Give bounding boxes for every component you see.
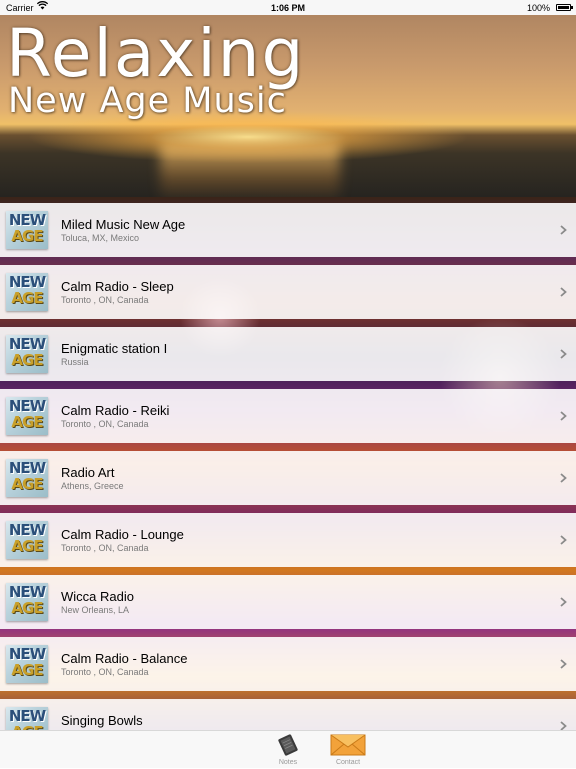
tab-contact-label: Contact <box>335 759 361 766</box>
chevron-right-icon <box>560 597 567 607</box>
chevron-right-icon <box>560 659 567 669</box>
station-thumbnail: NEWAGE <box>6 273 48 311</box>
thumbnail-text-age: AGE <box>11 475 43 493</box>
station-name: Calm Radio - Lounge <box>61 527 184 542</box>
station-row[interactable]: NEW AGE Calm Radio - Lounge Toronto , ON, C… <box>0 513 576 567</box>
thumbnail-text-age: AGE <box>11 351 43 369</box>
tab-notes[interactable]: Notes <box>258 731 318 769</box>
envelope-icon <box>330 734 366 756</box>
station-location: Athens, Greece <box>61 481 124 491</box>
chevron-right-icon <box>560 721 567 730</box>
station-location: Toronto , ON, Canada <box>61 543 149 553</box>
station-thumbnail: NEWAGE <box>6 583 48 621</box>
station-thumbnail: NEWAGE <box>6 459 48 497</box>
station-name: Calm Radio - Balance <box>61 651 188 666</box>
station-list[interactable]: NEW AGE Miled Music New Age Toluca, MX, Mex… <box>0 197 576 730</box>
chevron-right-icon <box>560 225 567 235</box>
battery-percent: 100% <box>526 3 550 13</box>
notes-icon <box>278 734 298 756</box>
chevron-right-icon <box>560 473 567 483</box>
thumbnail-text-age: AGE <box>11 599 43 617</box>
station-location: Toronto , ON, Canada <box>61 667 149 677</box>
sunset-image <box>160 143 340 197</box>
station-row[interactable]: NEWAGESinging BowlsToronto , ON, Canada <box>0 699 576 730</box>
chevron-right-icon <box>560 349 567 359</box>
tab-notes-label: Notes <box>278 759 298 766</box>
station-thumbnail: NEWAGE <box>6 397 48 435</box>
banner-subtitle: New Age Music <box>8 81 287 121</box>
station-row[interactable]: NEW AGE Calm Radio - Sleep Toronto , ON, Ca… <box>0 265 576 319</box>
station-name: Calm Radio - Reiki <box>61 403 170 418</box>
header-banner: Relaxing New Age Music <box>0 15 576 197</box>
clock-label: 1:06 PM <box>270 3 305 13</box>
station-thumbnail: NEWAGE <box>6 211 48 249</box>
battery-icon <box>556 4 573 11</box>
station-thumbnail: NEWAGE <box>6 521 48 559</box>
thumbnail-text-new: NEW <box>8 211 46 229</box>
station-location: Russia <box>61 357 89 367</box>
thumbnail-text-new: NEW <box>8 645 46 663</box>
station-row[interactable]: NEW AGE Calm Radio - Balance Toronto , ON, … <box>0 637 576 691</box>
thumbnail-text-age: AGE <box>11 413 43 431</box>
station-thumbnail: NEWAGE <box>6 707 48 730</box>
station-row[interactable]: NEW AGE Radio Art Athens, Greece <box>0 451 576 505</box>
station-name: Singing Bowls <box>61 713 143 728</box>
chevron-right-icon <box>560 411 567 421</box>
thumbnail-text-new: NEW <box>8 273 46 291</box>
station-row[interactable]: NEW AGE Wicca Radio New Orleans, LA <box>0 575 576 629</box>
station-location: Toronto , ON, Canada <box>61 295 149 305</box>
station-name: Miled Music New Age <box>61 217 186 232</box>
station-location: Toronto , ON, Canada <box>61 419 149 429</box>
station-location: Toluca, MX, Mexico <box>61 233 140 243</box>
thumbnail-text-age: AGE <box>11 537 43 555</box>
station-location: New Orleans, LA <box>61 605 130 615</box>
thumbnail-text-new: NEW <box>8 583 46 601</box>
thumbnail-text-age: AGE <box>11 661 43 679</box>
status-bar: Carrier 1:06 PM 100% <box>0 0 576 15</box>
chevron-right-icon <box>560 535 567 545</box>
station-thumbnail: NEWAGE <box>6 335 48 373</box>
thumbnail-text-new: NEW <box>8 459 46 477</box>
station-name: Radio Art <box>61 465 115 480</box>
station-thumbnail: NEWAGE <box>6 645 48 683</box>
station-name: Calm Radio - Sleep <box>61 279 174 294</box>
station-row[interactable]: NEW AGE Calm Radio - Reiki Toronto , ON, Ca… <box>0 389 576 443</box>
station-name: Wicca Radio <box>61 589 134 604</box>
chevron-right-icon <box>560 287 567 297</box>
thumbnail-text-new: NEW <box>8 707 46 725</box>
thumbnail-text-new: NEW <box>8 397 46 415</box>
thumbnail-text-age: AGE <box>11 289 43 307</box>
station-name: Enigmatic station I <box>61 341 168 356</box>
station-row[interactable]: NEW AGE Miled Music New Age Toluca, MX, Mex… <box>0 203 576 257</box>
tab-contact[interactable]: Contact <box>318 731 378 769</box>
thumbnail-text-new: NEW <box>8 521 46 539</box>
thumbnail-text-new: NEW <box>8 335 46 353</box>
station-row[interactable]: NEW AGE Enigmatic station I Russia <box>0 327 576 381</box>
thumbnail-text-age: AGE <box>11 227 43 245</box>
tab-bar: Notes Contact <box>0 730 576 768</box>
